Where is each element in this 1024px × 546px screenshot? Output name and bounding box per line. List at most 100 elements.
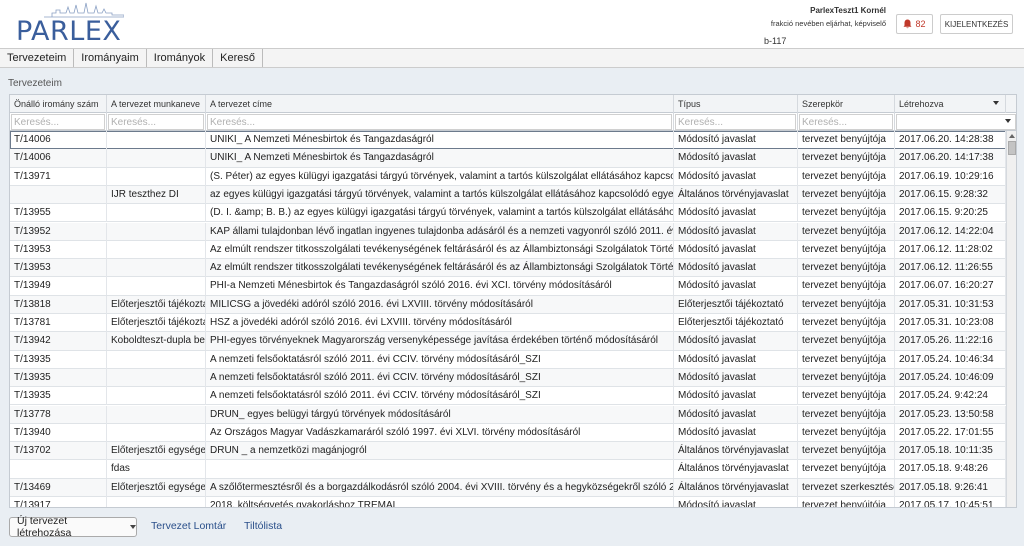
table-row[interactable]: T/13940 Az Országos Magyar Vadászkamaráró… [10,423,1006,443]
menu-item-tervezeteim[interactable]: Tervezeteim [0,49,75,67]
cell-type: Módosító javaslat [674,497,798,507]
cell-type: Módosító javaslat [674,149,798,168]
column-header-role[interactable]: Szerepkör [798,95,895,113]
filter-input-type[interactable] [675,114,796,130]
column-header-number[interactable]: Önálló iromány szám [10,95,107,113]
cell-working-name: Előterjesztői tájékoztató [107,314,206,332]
menu-item-iromanyaim[interactable]: Irományaim [74,49,147,67]
cell-role: tervezet benyújtója [798,442,895,461]
table-row[interactable]: T/13942Koboldteszt-dupla benyújtásPHI-eg… [10,332,1006,351]
cell-created: 2017.05.18. 10:11:35 [895,442,1006,461]
column-header-created[interactable]: Létrehozva [895,95,1006,113]
cell-role: tervezet benyújtója [798,222,895,241]
cell-created: 2017.05.31. 10:31:53 [895,295,1006,314]
table-row[interactable]: T/13702Előterjesztői egységes javaslatDR… [10,442,1006,461]
cell-working-name [107,405,206,424]
main-menu: Tervezeteim Irományaim Irományok Kereső [0,48,1024,68]
table-row[interactable]: T/13953 Az elmúlt rendszer titkosszolgála… [10,259,1006,278]
cell-type: Módosító javaslat [674,332,798,351]
cell-role: tervezet benyújtója [798,149,895,168]
cell-created: 2017.05.26. 11:22:16 [895,332,1006,351]
column-header-type[interactable]: Típus [674,95,798,113]
filter-input-title[interactable] [207,114,672,130]
vertical-scrollbar[interactable] [1006,131,1016,507]
grid-body: T/14006 UNIKI_ A Nemzeti Ménesbirtok és T… [10,131,1006,507]
cell-role: tervezet benyújtója [798,368,895,387]
draft-trash-link[interactable]: Tervezet Lomtár [151,520,226,532]
scrollbar-thumb[interactable] [1008,141,1016,155]
cell-working-name [107,240,206,259]
table-row[interactable]: IJR teszthez DI az egyes külügyi igazgatá… [10,185,1006,205]
blocklist-link[interactable]: Tiltólista [244,520,282,532]
cell-created: 2017.05.24. 10:46:09 [895,368,1006,387]
menu-item-iromanyok[interactable]: Irományok [147,49,214,67]
table-row[interactable]: T/13971 (S. Péter) az egyes külügyi igazg… [10,167,1006,186]
cell-title: MILICSG a jövedéki adóról szóló 2016. év… [206,295,674,314]
logo-text: PARLEX [16,16,122,47]
logout-button[interactable]: KIJELENTKEZÉS [940,14,1013,34]
filter-input-created[interactable] [896,114,1016,130]
filter-cell-title [206,113,674,131]
cell-role: tervezet benyújtója [798,259,895,278]
cell-working-name: IJR teszthez DI [107,185,206,204]
table-row[interactable]: T/13818Előterjesztői tájékoztatóMILICSG … [10,295,1006,314]
table-row[interactable]: T/13935 A nemzeti felsőoktatásról szóló 2… [10,368,1006,388]
cell-number: T/13940 [10,423,107,442]
table-row[interactable]: T/13952 KAP állami tulajdonban lévő ingat… [10,222,1006,241]
cell-type: Általános törvényjavaslat [674,478,798,497]
filter-input-role[interactable] [799,114,893,130]
cell-title: UNIKI_ A Nemzeti Ménesbirtok és Tangazda… [206,149,674,168]
menu-item-kereso[interactable]: Kereső [213,49,263,67]
cell-type: Módosító javaslat [674,167,798,186]
user-name: ParlexTeszt1 Kornél [810,6,886,15]
cell-number: T/13971 [10,167,107,186]
filter-input-number[interactable] [11,114,105,130]
chevron-down-icon [130,525,136,529]
cell-created: 2017.05.23. 13:50:58 [895,405,1006,424]
filter-cell-working-name [107,113,206,131]
dropdown-arrow-icon[interactable] [1005,119,1011,123]
notifications-button[interactable]: 82 [896,14,933,34]
cell-role: tervezet benyújtója [798,460,895,479]
scroll-up-arrow-icon[interactable] [1009,134,1015,138]
cell-title: (D. I. &amp; B. B.) az egyes külügyi iga… [206,204,674,223]
cell-number: T/13935 [10,350,107,369]
table-row[interactable]: T/13917 2018. költségvetés gyakorláshoz T… [10,497,1006,507]
cell-created: 2017.05.18. 9:26:41 [895,478,1006,497]
cell-type: Módosító javaslat [674,368,798,387]
table-row[interactable]: T/13781Előterjesztői tájékoztatóHSZ a jö… [10,314,1006,333]
cell-title: Az elmúlt rendszer titkosszolgálati tevé… [206,259,674,278]
cell-created: 2017.05.24. 10:46:34 [895,350,1006,369]
column-header-title[interactable]: A tervezet címe [206,95,674,113]
cell-title: DRUN_ egyes belügyi tárgyú törvények mód… [206,405,674,424]
table-row[interactable]: T/13949 PHI-a Nemzeti Ménesbirtok és Tang… [10,277,1006,296]
grid-header: Önálló iromány szám A tervezet munkaneve… [10,95,1016,113]
table-row[interactable]: T/14006 UNIKI_ A Nemzeti Ménesbirtok és T… [10,149,1006,168]
drafts-grid: Önálló iromány szám A tervezet munkaneve… [9,94,1017,508]
column-header-created-label: Létrehozva [899,99,944,109]
cell-title: PHI-a Nemzeti Ménesbirtok és Tangazdaság… [206,277,674,296]
create-draft-label: Új tervezet létrehozása [17,515,72,539]
cell-type: Általános törvényjavaslat [674,460,798,479]
cell-created: 2017.06.07. 16:20:27 [895,277,1006,296]
table-row[interactable]: T/13778 DRUN_ egyes belügyi tárgyú törvén… [10,405,1006,424]
cell-title: 2018. költségvetés gyakorláshoz TREMAL [206,497,674,507]
table-row[interactable]: T/13935 A nemzeti felsőoktatásról szóló 2… [10,387,1006,406]
create-draft-button[interactable]: Új tervezet létrehozása [9,515,137,539]
table-row[interactable]: T/13953 Az elmúlt rendszer titkosszolgála… [10,240,1006,260]
filter-input-working-name[interactable] [108,114,204,130]
cell-type: Módosító javaslat [674,423,798,442]
filter-cell-type [674,113,798,131]
table-row[interactable]: T/13955 (D. I. &amp; B. B.) az egyes külü… [10,204,1006,223]
cell-working-name: Előterjesztői tájékoztató [107,295,206,314]
cell-title: KAP állami tulajdonban lévő ingatlan ing… [206,222,674,241]
table-row[interactable]: T/13469Előterjesztői egységes javaslatA … [10,478,1006,497]
column-header-working-name[interactable]: A tervezet munkaneve [107,95,206,113]
filter-cell-created[interactable] [895,113,1016,131]
parlex-logo[interactable]: PARLEX [14,2,144,48]
table-row[interactable]: T/14006 UNIKI_ A Nemzeti Ménesbirtok és T… [10,131,1006,150]
cell-working-name [107,149,206,168]
cell-created: 2017.05.31. 10:23:08 [895,314,1006,332]
table-row[interactable]: T/13935 A nemzeti felsőoktatásról szóló 2… [10,350,1006,369]
table-row[interactable]: fdas Általános törvényjavaslat tervezet be… [10,460,1006,479]
